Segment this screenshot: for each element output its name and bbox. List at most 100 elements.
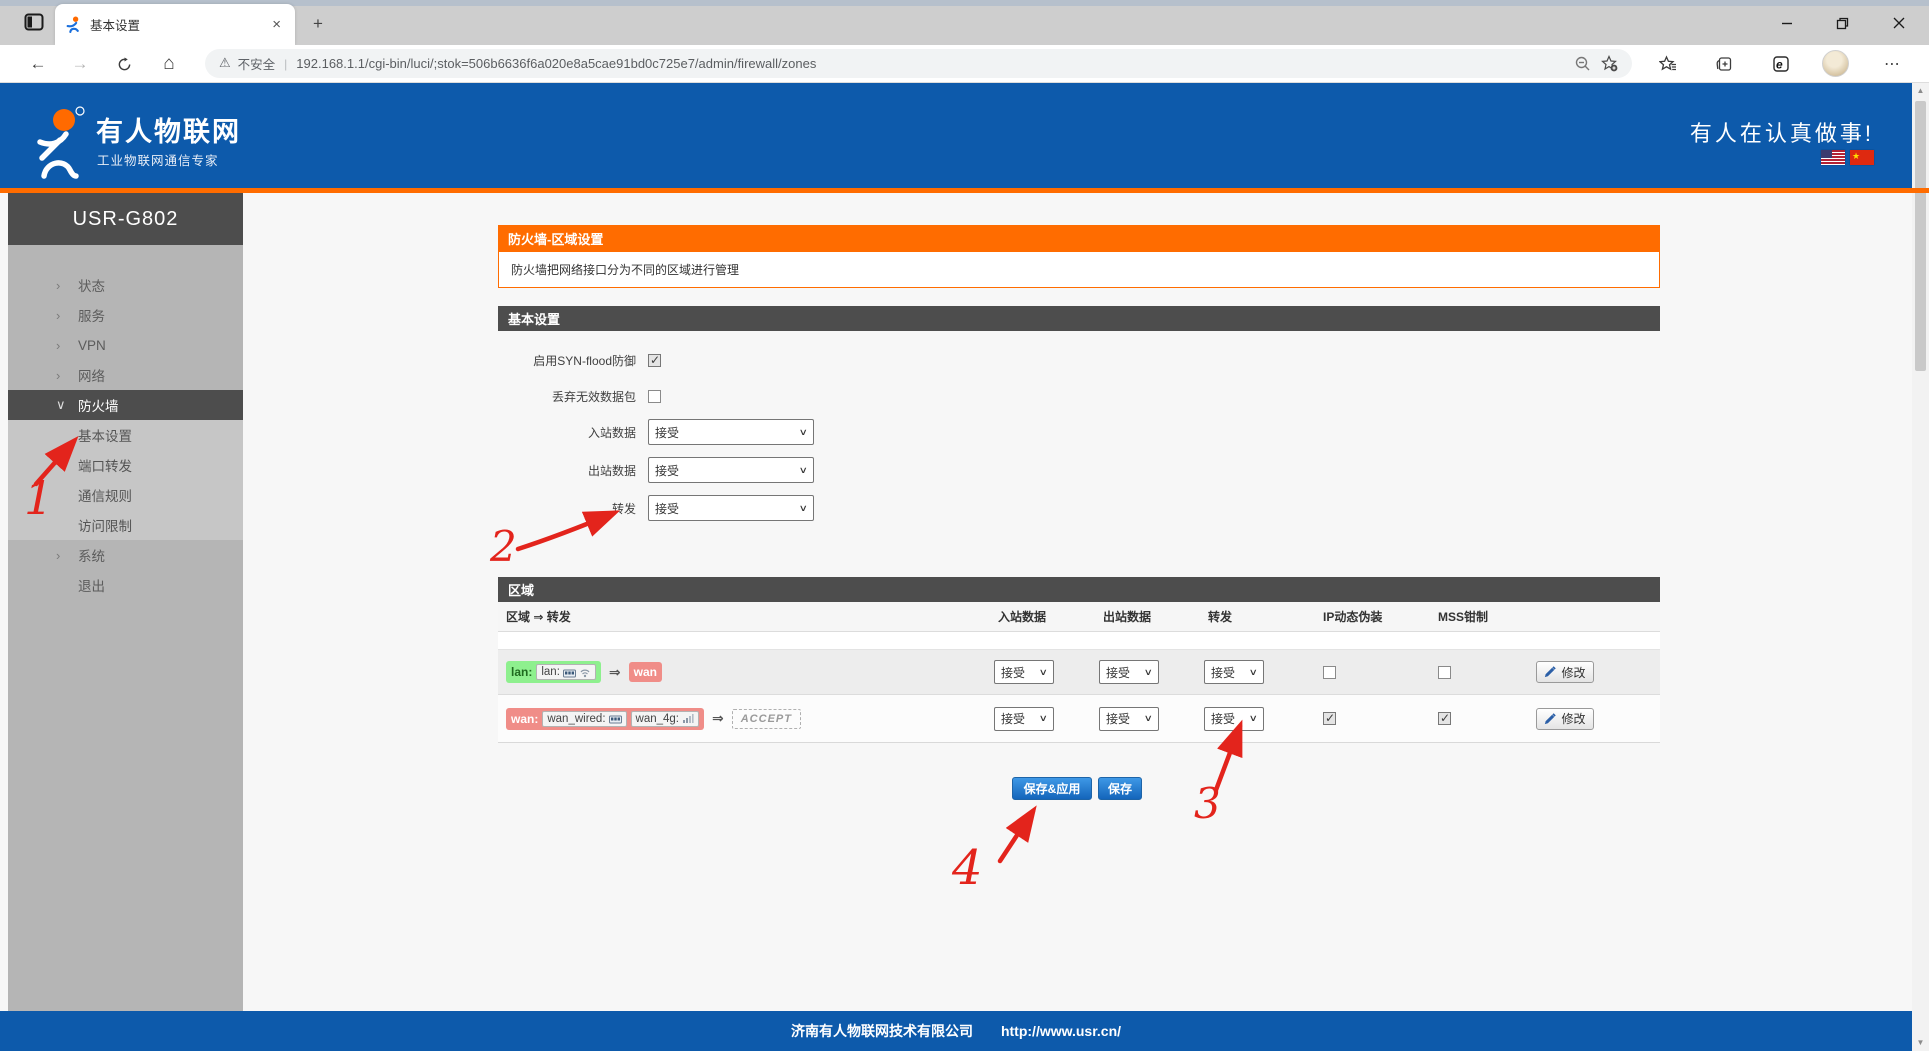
address-bar[interactable]: ⚠ 不安全 | 192.168.1.1/cgi-bin/luci/;stok=5…	[205, 49, 1632, 78]
brand-name: 有人物联网	[96, 110, 241, 149]
select-chevron-icon: ∨	[1249, 713, 1258, 724]
security-label: 不安全	[238, 54, 276, 73]
syn-flood-label: 启用SYN-flood防御	[498, 352, 648, 369]
new-tab-button[interactable]: +	[306, 13, 330, 37]
signal-icon	[682, 713, 694, 724]
wan-mss-checkbox[interactable]	[1438, 712, 1451, 725]
tab-close-icon[interactable]: ×	[268, 16, 285, 33]
favorites-star-icon	[1659, 55, 1677, 73]
wan-target-badge: wan	[629, 662, 662, 682]
chevron-down-icon: ∨	[56, 397, 76, 413]
wan-input-select[interactable]: 接受∨	[994, 707, 1054, 731]
ie-mode-button[interactable]: e	[1766, 51, 1794, 77]
wan-output-select[interactable]: 接受∨	[1099, 707, 1159, 731]
refresh-button[interactable]	[110, 51, 138, 77]
profile-avatar[interactable]	[1822, 50, 1849, 77]
footer-company: 济南有人物联网技术有限公司	[791, 1021, 973, 1041]
col-input: 入站数据	[990, 608, 1095, 625]
chevron-right-icon: ›	[56, 368, 76, 383]
lan-output-select[interactable]: 接受∨	[1099, 660, 1159, 684]
sidebar-item-basic-settings[interactable]: 基本设置	[8, 420, 243, 450]
page-scrollbar[interactable]: ▲ ▼	[1912, 83, 1929, 1051]
us-flag-icon[interactable]	[1821, 150, 1845, 165]
language-flags: ★	[1500, 150, 1874, 165]
home-button[interactable]: ⌂	[155, 51, 183, 77]
lan-zone-badge: lan: lan:	[506, 661, 601, 683]
ethernet-icon	[563, 667, 576, 678]
save-button[interactable]: 保存	[1098, 777, 1142, 800]
save-apply-button[interactable]: 保存&应用	[1012, 777, 1092, 800]
zones-table: 区域 ⇒ 转发 入站数据 出站数据 转发 IP动态伪装 MSS钳制 lan: l…	[498, 602, 1660, 743]
window-close-button[interactable]	[1876, 6, 1922, 40]
zoom-out-button[interactable]	[1570, 51, 1596, 77]
zones-table-spacer-row	[498, 632, 1660, 650]
sidebar-item-status[interactable]: ›状态	[8, 270, 243, 300]
implies-icon: ⇒	[609, 664, 621, 681]
wan-masquerade-checkbox[interactable]	[1323, 712, 1336, 725]
wan-wired-interface-box: wan_wired:	[542, 711, 626, 727]
wan-edit-button[interactable]: 修改	[1536, 708, 1594, 730]
scrollbar-up-icon[interactable]: ▲	[1912, 83, 1929, 99]
forward-policy-select[interactable]: 接受∨	[648, 495, 814, 521]
tab-actions-button[interactable]	[20, 10, 48, 34]
sidebar-item-logout[interactable]: 退出	[8, 570, 243, 600]
wan-zone-badge: wan: wan_wired: wan_4g:	[506, 708, 704, 730]
page-title: 防火墙-区域设置	[498, 225, 1660, 252]
zone-row-wan: wan: wan_wired: wan_4g: ⇒ ACCEPT 接受∨ 接受∨…	[498, 695, 1660, 742]
chevron-right-icon: ›	[56, 308, 76, 323]
window-minimize-button[interactable]	[1764, 6, 1810, 40]
wan-forward-select[interactable]: 接受∨	[1204, 707, 1264, 731]
sidebar-item-system[interactable]: ›系统	[8, 540, 243, 570]
drop-invalid-label: 丢弃无效数据包	[498, 388, 648, 405]
restore-icon	[1836, 17, 1849, 30]
sidebar-item-traffic-rules[interactable]: 通信规则	[8, 480, 243, 510]
select-chevron-icon: ∨	[799, 427, 808, 438]
add-favorite-button[interactable]	[1596, 51, 1622, 77]
lan-mss-checkbox[interactable]	[1438, 666, 1451, 679]
refresh-icon	[117, 57, 132, 72]
scrollbar-thumb[interactable]	[1915, 101, 1926, 371]
drop-invalid-checkbox[interactable]	[648, 390, 661, 403]
lan-input-select[interactable]: 接受∨	[994, 660, 1054, 684]
device-model-title: USR-G802	[8, 193, 243, 245]
sidebar-item-access-limit[interactable]: 访问限制	[8, 510, 243, 540]
minimize-icon	[1781, 17, 1793, 29]
scrollbar-down-icon[interactable]: ▼	[1912, 1035, 1929, 1051]
sidebar-item-vpn[interactable]: ›VPN	[8, 330, 243, 360]
back-button[interactable]: ←	[24, 51, 52, 77]
lan-masquerade-checkbox[interactable]	[1323, 666, 1336, 679]
url-text: 192.168.1.1/cgi-bin/luci/;stok=506b6636f…	[296, 56, 1570, 71]
lan-edit-button[interactable]: 修改	[1536, 661, 1594, 683]
more-menu-button[interactable]: ⋯	[1878, 51, 1906, 77]
select-chevron-icon: ∨	[1144, 713, 1153, 724]
zones-table-header: 区域 ⇒ 转发 入站数据 出站数据 转发 IP动态伪装 MSS钳制	[498, 602, 1660, 632]
annotation-arrow-4	[1000, 811, 1033, 861]
input-policy-row: 入站数据 接受∨	[498, 419, 1198, 445]
sidebar-item-services[interactable]: ›服务	[8, 300, 243, 330]
browser-tab[interactable]: 基本设置 ×	[55, 4, 295, 45]
ethernet-icon	[609, 713, 622, 724]
orange-divider	[0, 188, 1929, 193]
lan-interface-box: lan:	[536, 664, 596, 680]
favorites-bar-button[interactable]	[1654, 51, 1682, 77]
url-divider: |	[284, 57, 287, 71]
col-forward: 转发	[1200, 608, 1315, 625]
usr-logo	[30, 106, 94, 182]
sidebar-item-port-forward[interactable]: 端口转发	[8, 450, 243, 480]
accept-target-box: ACCEPT	[732, 709, 801, 729]
input-policy-select[interactable]: 接受∨	[648, 419, 814, 445]
page-description: 防火墙把网络接口分为不同的区域进行管理	[498, 252, 1660, 288]
footer-url[interactable]: http://www.usr.cn/	[1001, 1023, 1121, 1039]
forward-button[interactable]: →	[66, 51, 94, 77]
window-restore-button[interactable]	[1819, 6, 1865, 40]
star-add-icon	[1601, 55, 1618, 72]
output-policy-select[interactable]: 接受∨	[648, 457, 814, 483]
sidebar-item-network[interactable]: ›网络	[8, 360, 243, 390]
zone-row-lan: lan: lan: ⇒ wan 接受∨ 接受∨ 接受∨ 修改	[498, 650, 1660, 695]
wifi-icon	[579, 667, 591, 678]
collections-button[interactable]	[1710, 51, 1738, 77]
lan-forward-select[interactable]: 接受∨	[1204, 660, 1264, 684]
syn-flood-checkbox[interactable]	[648, 354, 661, 367]
cn-flag-icon[interactable]: ★	[1850, 150, 1874, 165]
sidebar-item-firewall[interactable]: ∨防火墙	[8, 390, 243, 420]
